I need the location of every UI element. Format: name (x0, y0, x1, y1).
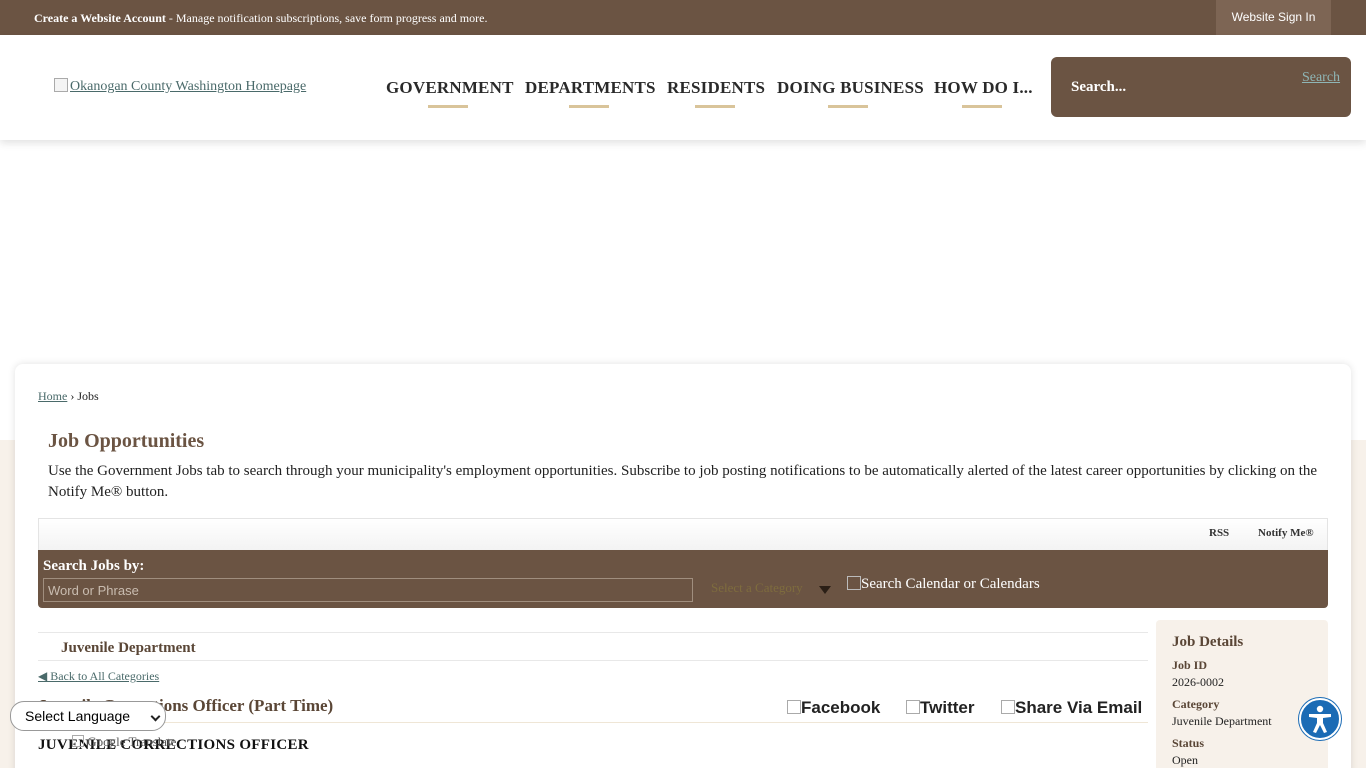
home-logo-link[interactable]: Okanogan County Washington Homepage (54, 78, 306, 95)
category-label: Category (1172, 697, 1220, 711)
nav-underline (962, 105, 1002, 108)
job-id-label: Job ID (1172, 658, 1208, 672)
nav-residents[interactable]: RESIDENTS (667, 78, 765, 118)
nav-doing-business[interactable]: DOING BUSINESS (777, 78, 924, 118)
twitter-icon (906, 700, 920, 714)
google-translate-credit: Google Translate (72, 734, 176, 750)
back-to-categories-link[interactable]: ◀ Back to All Categories (38, 669, 159, 684)
chevron-down-icon (150, 711, 161, 722)
nav-underline (428, 105, 468, 108)
breadcrumb-home[interactable]: Home (38, 389, 67, 403)
accessibility-icon[interactable] (1299, 698, 1341, 740)
category-value: Juvenile Department (1172, 714, 1272, 728)
email-icon (1001, 700, 1015, 714)
search-calendar-image-icon (847, 576, 861, 590)
language-select[interactable]: Select Language (10, 701, 166, 731)
nav-underline (694, 105, 735, 108)
nav-how-do-i[interactable]: HOW DO I... (934, 78, 1033, 118)
word-phrase-input[interactable] (43, 578, 693, 602)
account-message: Create a Website Account - Manage notifi… (34, 11, 488, 25)
logo-image-icon (54, 78, 68, 92)
status-value: Open (1172, 753, 1198, 767)
department-heading: Juvenile Department (38, 632, 1148, 661)
category-select[interactable]: Select a Category (711, 580, 831, 600)
main-content: Home › Jobs Job Opportunities Use the Go… (15, 364, 1351, 768)
site-search-input[interactable] (1071, 77, 1291, 97)
job-search-panel: Search Jobs by: Select a Category Search… (38, 550, 1328, 608)
search-calendar-button[interactable]: Search Calendar or Calendars (847, 576, 1040, 593)
page-intro: Use the Government Jobs tab to search th… (48, 463, 1318, 500)
page-title: Job Opportunities (48, 430, 205, 452)
facebook-icon (787, 700, 801, 714)
rss-link[interactable]: RSS (1209, 527, 1229, 539)
sign-in-button[interactable]: Website Sign In (1216, 0, 1331, 35)
job-details-title: Job Details (1172, 634, 1244, 650)
create-account-link[interactable]: Create a Website Account (34, 11, 166, 25)
search-jobs-label: Search Jobs by: (43, 558, 145, 574)
share-twitter[interactable]: Twitter (906, 698, 974, 718)
share-email[interactable]: Share Via Email (1001, 698, 1142, 718)
site-search: Search (1051, 57, 1351, 117)
nav-departments[interactable]: DEPARTMENTS (525, 78, 656, 118)
notify-me-link[interactable]: Notify Me® (1258, 527, 1314, 539)
breadcrumb: Home › Jobs (38, 389, 99, 403)
status-label: Status (1172, 736, 1205, 750)
nav-government[interactable]: GOVERNMENT (386, 78, 513, 118)
top-bar: Create a Website Account - Manage notifi… (0, 0, 1366, 35)
job-details-panel: Job Details Job ID 2026-0002 Category Ju… (1156, 620, 1328, 768)
google-translate-icon (72, 735, 84, 747)
nav-underline (568, 105, 609, 108)
jobs-toolbar: RSS Notify Me® (38, 518, 1328, 550)
share-facebook[interactable]: Facebook (787, 698, 880, 718)
dropdown-arrow-icon (819, 586, 831, 594)
nav-underline (828, 105, 868, 108)
divider (38, 722, 1148, 723)
site-header: Okanogan County Washington Homepage GOVE… (0, 35, 1366, 140)
accessibility-figure-icon (1309, 705, 1331, 733)
job-id-value: 2026-0002 (1172, 675, 1224, 689)
breadcrumb-current: Jobs (77, 389, 99, 403)
search-button[interactable]: Search (1301, 67, 1341, 107)
